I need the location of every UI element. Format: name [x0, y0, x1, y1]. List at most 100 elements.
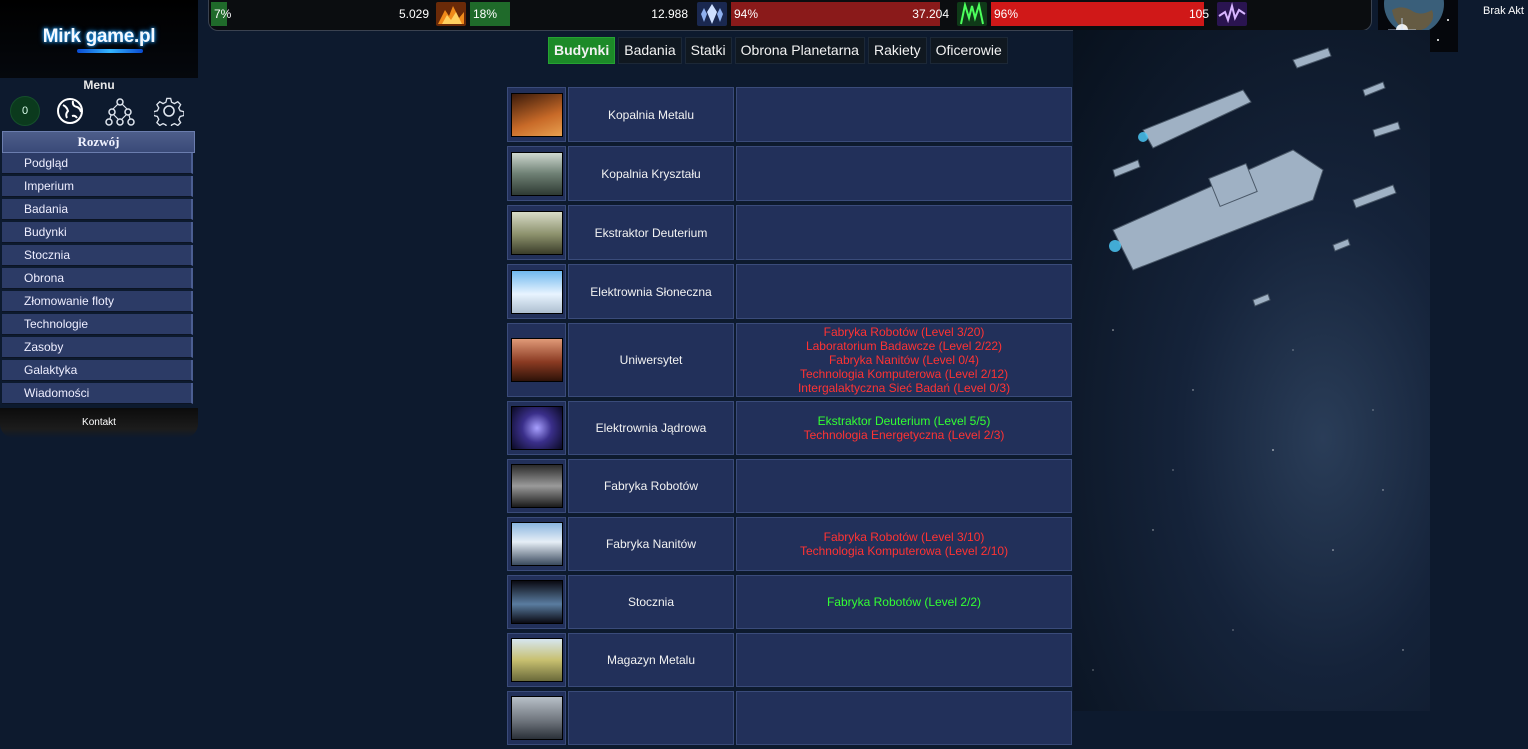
building-name-stocznia[interactable]: Stocznia — [568, 575, 734, 629]
building-image-cell — [507, 87, 566, 142]
magazyn-metalu-image[interactable] — [510, 638, 563, 682]
section-header-rozwoj: Rozwój — [2, 131, 195, 153]
building-name-uniwersytet[interactable]: Uniwersytet — [568, 323, 734, 397]
spaceship-illustration — [1092, 47, 1404, 671]
tab-obrona-planetarna[interactable]: Obrona Planetarna — [734, 37, 865, 64]
building-image-cell — [507, 323, 566, 397]
game-logo[interactable]: Mirk game.pl — [43, 26, 156, 53]
building-image-cell — [507, 459, 566, 513]
tab-budynki[interactable]: Budynki — [548, 37, 616, 64]
resource-crystal: 18% 12.988 — [470, 2, 692, 26]
building-requirements — [736, 264, 1072, 319]
building-row: Elektrownia Słoneczna — [507, 264, 1072, 319]
tab-rakiety[interactable]: Rakiety — [867, 37, 927, 64]
building-requirements — [736, 459, 1072, 513]
kopalnia-krysztalu-image[interactable] — [510, 151, 563, 196]
sidebar-item-budynki[interactable]: Budynki — [2, 222, 193, 243]
building-image-cell — [507, 205, 566, 260]
elektrownia-sloneczna-image[interactable] — [510, 269, 563, 314]
resource-percent: 7% — [214, 7, 232, 21]
kontakt-link[interactable]: Kontakt — [0, 408, 198, 438]
requirement-met: Fabryka Robotów (Level 2/2) — [826, 595, 982, 609]
stocznia-image[interactable] — [510, 580, 563, 624]
fabryka-nanitow-image[interactable] — [510, 522, 563, 566]
resource-energy: 96% 105 — [991, 2, 1213, 26]
sidebar-item-zasoby[interactable]: Zasoby — [2, 337, 193, 358]
resource-fill — [731, 2, 940, 26]
tab-statki[interactable]: Statki — [684, 37, 732, 64]
status-text-area: Brak Akt — [1458, 0, 1528, 52]
requirement-unmet: Technologia Energetyczna (Level 2/3) — [803, 428, 1005, 442]
resource-metal: 7% 5.029 — [211, 2, 433, 26]
fabryka-robotow-image[interactable] — [510, 464, 563, 508]
tab-badania[interactable]: Badania — [618, 37, 682, 64]
requirement-unmet: Technologia Komputerowa (Level 2/12) — [799, 367, 1009, 381]
resource-percent: 96% — [994, 7, 1019, 21]
uniwersytet-image[interactable] — [510, 338, 563, 382]
logo-swoosh — [76, 48, 144, 53]
requirement-unmet: Fabryka Robotów (Level 3/20) — [823, 325, 985, 339]
building-image-cell — [507, 633, 566, 687]
sidebar-item-podglad[interactable]: Podgląd — [2, 153, 193, 174]
energy-icon — [1217, 2, 1247, 26]
building-requirements — [736, 691, 1072, 745]
building-image-partial[interactable] — [510, 696, 563, 740]
crystal-icon — [697, 2, 727, 26]
globe-icon[interactable] — [55, 96, 85, 126]
sidebar-item-technologie[interactable]: Technologie — [2, 314, 193, 335]
building-requirements — [736, 146, 1072, 201]
sidebar-item-zlomowanie-floty[interactable]: Złomowanie floty — [2, 291, 193, 312]
resource-amount: 5.029 — [398, 7, 429, 21]
building-image-cell — [507, 691, 566, 745]
elektrownia-jadrowa-image[interactable] — [510, 406, 563, 450]
ekstraktor-deuterium-image[interactable] — [510, 210, 563, 255]
building-row: Stocznia Fabryka Robotów (Level 2/2) — [507, 575, 1072, 629]
building-image-cell — [507, 264, 566, 319]
sidebar-item-imperium[interactable]: Imperium — [2, 176, 193, 197]
sidebar-item-badania[interactable]: Badania — [2, 199, 193, 220]
menu-icon-bar: 0 — [0, 96, 198, 126]
logo-area[interactable]: Mirk game.pl — [0, 0, 198, 78]
activity-status: Brak Akt — [1483, 5, 1524, 17]
building-requirements: Fabryka Robotów (Level 3/10) Technologia… — [736, 517, 1072, 571]
hierarchy-icon[interactable] — [105, 96, 135, 126]
building-name-fabryka-robotow[interactable]: Fabryka Robotów — [568, 459, 734, 513]
building-row: Kopalnia Kryształu — [507, 146, 1072, 201]
building-image-cell — [507, 517, 566, 571]
building-name-magazyn-metalu[interactable]: Magazyn Metalu — [568, 633, 734, 687]
menu-title: Menu — [83, 78, 115, 92]
building-name-kopalnia-metalu[interactable]: Kopalnia Metalu — [568, 87, 734, 142]
building-requirements — [736, 633, 1072, 687]
building-row: Uniwersytet Fabryka Robotów (Level 3/20)… — [507, 323, 1072, 397]
building-requirements — [736, 87, 1072, 142]
sidebar-item-obrona[interactable]: Obrona — [2, 268, 193, 289]
requirement-met: Ekstraktor Deuterium (Level 5/5) — [817, 414, 991, 428]
sidebar-item-wiadomosci[interactable]: Wiadomości — [2, 383, 193, 404]
sidebar-nav: Podgląd Imperium Badania Budynki Stoczni… — [2, 153, 195, 406]
resource-percent: 94% — [734, 7, 759, 21]
resource-amount: 12.988 — [651, 7, 688, 21]
kopalnia-metalu-image[interactable] — [510, 92, 563, 137]
gear-icon[interactable] — [154, 96, 184, 126]
building-requirements: Fabryka Robotów (Level 3/20) Laboratoriu… — [736, 323, 1072, 397]
space-background — [1073, 30, 1430, 711]
requirement-unmet: Laboratorium Badawcze (Level 2/22) — [805, 339, 1003, 353]
building-name-elektrownia-jadrowa[interactable]: Elektrownia Jądrowa — [568, 401, 734, 455]
building-image-cell — [507, 575, 566, 629]
building-image-cell — [507, 401, 566, 455]
building-list: Kopalnia Metalu Kopalnia Kryształu Ekstr… — [507, 87, 1072, 749]
resource-percent: 18% — [473, 7, 498, 21]
building-name-elektrownia-sloneczna[interactable]: Elektrownia Słoneczna — [568, 264, 734, 319]
sidebar-item-stocznia[interactable]: Stocznia — [2, 245, 193, 266]
message-count-badge[interactable]: 0 — [10, 96, 40, 126]
building-name-ekstraktor-deuterium[interactable]: Ekstraktor Deuterium — [568, 205, 734, 260]
sidebar-item-galaktyka[interactable]: Galaktyka — [2, 360, 193, 381]
metal-icon — [436, 2, 466, 26]
building-name-kopalnia-krysztalu[interactable]: Kopalnia Kryształu — [568, 146, 734, 201]
tab-oficerowie[interactable]: Oficerowie — [929, 37, 1008, 64]
building-row: Elektrownia Jądrowa Ekstraktor Deuterium… — [507, 401, 1072, 455]
building-row — [507, 691, 1072, 745]
building-name-partial[interactable] — [568, 691, 734, 745]
building-name-fabryka-nanitow[interactable]: Fabryka Nanitów — [568, 517, 734, 571]
resource-fill — [991, 2, 1205, 26]
